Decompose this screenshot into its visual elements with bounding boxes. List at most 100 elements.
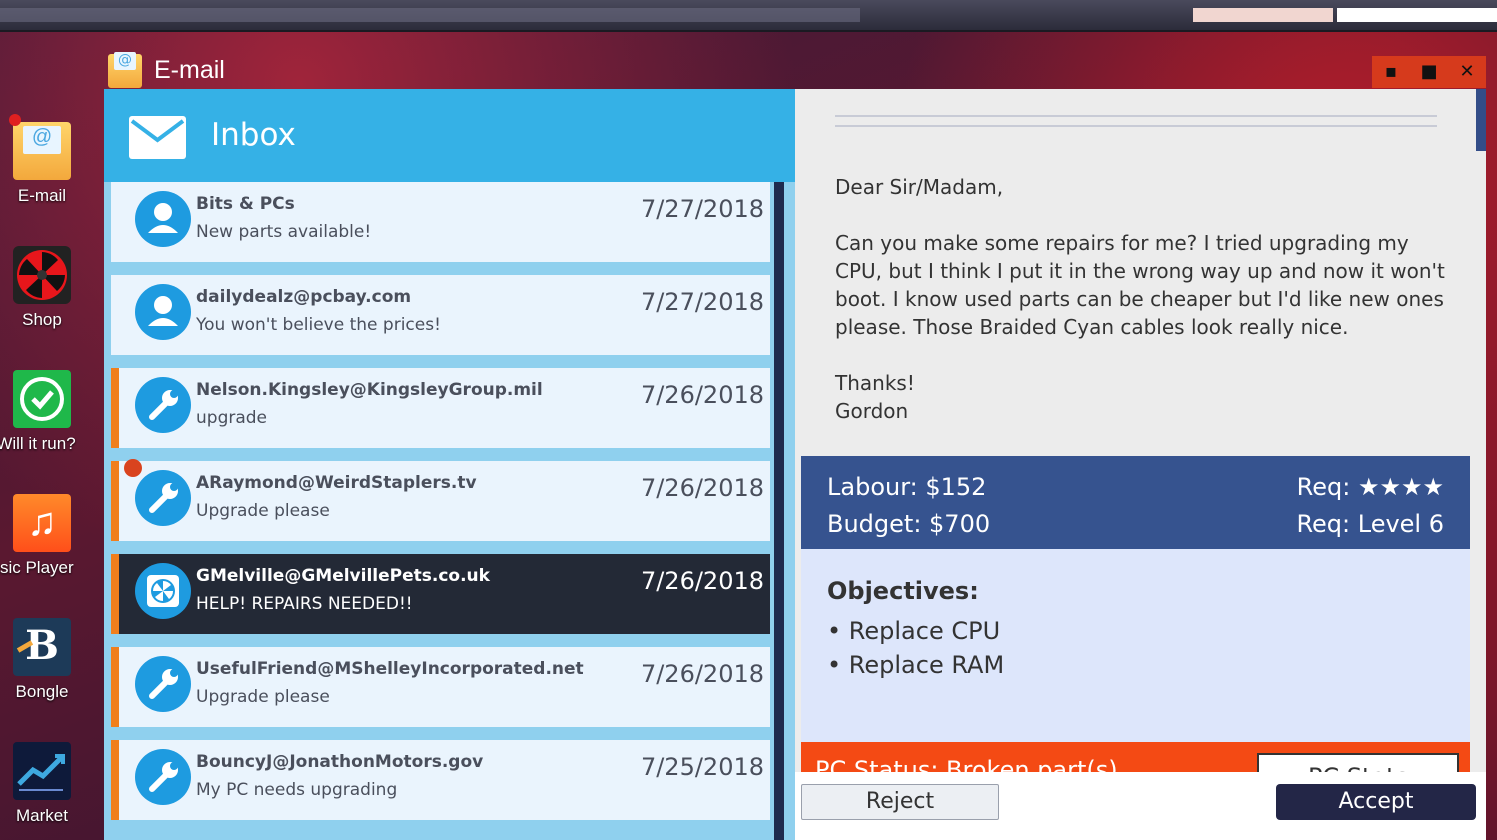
email-detail-panel: Dear Sir/Madam, Can you make some repair… [795,89,1486,840]
email-app-icon: @ [9,114,71,180]
notification-dot [9,114,21,126]
job-payment-panel: Labour: $152 Budget: $700 Req: ★★★★ Req:… [801,456,1470,549]
window-title: E-mail [154,56,225,84]
email-sender: ARaymond@WeirdStaplers.tv [196,473,477,493]
divider [835,125,1437,127]
desktop-icon-label: Music Player [0,558,74,577]
objective-item: • Replace CPU [827,617,1001,645]
pc-stats-button[interactable]: PC Stats [1257,753,1459,772]
objectives-title: Objectives: [827,577,979,605]
desktop-icon-email[interactable]: @ E-mail [0,114,84,206]
job-marker [111,740,119,820]
taskbar [0,0,1497,32]
desktop-icon-music-player[interactable]: ♫ Music Player [0,494,84,578]
wrench-icon [135,656,191,712]
objectives-panel: Objectives: • Replace CPU • Replace RAM [801,549,1470,742]
email-sender: dailydealz@pcbay.com [196,287,412,307]
required-rating: Req: ★★★★ [1296,473,1444,501]
desktop-icon-bongle[interactable]: B Bongle [0,618,84,702]
email-date: 7/27/2018 [640,288,764,316]
person-icon [135,191,191,247]
market-chart-icon [13,742,71,800]
inbox-header: Inbox [104,89,795,182]
email-list-item[interactable]: BouncyJ@JonathonMotors.gov My PC needs u… [111,740,770,820]
email-subject: Upgrade please [196,501,330,521]
email-list-item[interactable]: Bits & PCs New parts available! 7/27/201… [111,182,770,262]
desktop-icon-will-it-run[interactable]: Will it run? [0,370,84,454]
music-note-icon: ♫ [13,494,71,552]
email-date: 7/26/2018 [640,474,764,502]
email-date: 7/26/2018 [640,567,764,595]
email-date: 7/26/2018 [640,381,764,409]
objective-item: • Replace RAM [827,651,1005,679]
message-text: Can you make some repairs for me? I trie… [835,231,1445,339]
person-icon [135,284,191,340]
desktop-icon-label: E-mail [17,186,67,205]
message-body: Dear Sir/Madam, Can you make some repair… [835,173,1445,425]
message-greeting: Dear Sir/Madam, [835,175,1004,199]
job-marker [111,647,119,727]
desktop-icon-label: Bongle [15,682,69,701]
email-subject: HELP! REPAIRS NEEDED!! [196,594,413,614]
message-signoff: Thanks! [835,371,915,395]
maximize-button[interactable]: ■ [1410,56,1448,88]
budget-value: Budget: $700 [827,510,991,538]
email-list-item-selected[interactable]: GMelville@GMelvillePets.co.uk HELP! REPA… [111,554,770,634]
wrench-icon [135,377,191,433]
email-date: 7/25/2018 [640,753,764,781]
inbox-scrollbar[interactable] [774,182,784,840]
bongle-icon: B [13,618,71,676]
desktop-icon-label: Market [16,806,68,825]
wrench-icon [135,470,191,526]
pc-status-text: PC Status: Broken part(s) [815,756,1118,772]
inbox-title: Inbox [211,117,296,153]
divider [835,115,1437,117]
required-level: Req: Level 6 [1296,510,1444,538]
email-list-item[interactable]: dailydealz@pcbay.com You won't believe t… [111,275,770,355]
email-list[interactable]: Bits & PCs New parts available! 7/27/201… [104,182,795,840]
email-date: 7/26/2018 [640,660,764,688]
email-list-item[interactable]: Nelson.Kingsley@KingsleyGroup.mil upgrad… [111,368,770,448]
labour-value: Labour: $152 [827,473,987,501]
job-marker [111,368,119,448]
pc-status-bar: PC Status: Broken part(s) PC Stats [801,742,1470,772]
inbox-panel: Inbox Bits & PCs New parts available! 7/… [104,89,795,840]
message-signature: Gordon [835,399,909,423]
email-sender: GMelville@GMelvillePets.co.uk [196,566,490,586]
detail-scrollbar[interactable] [1476,89,1486,151]
action-footer: Reject Accept [795,772,1486,840]
taskbar-tab[interactable] [1337,8,1497,22]
wrench-icon [135,749,191,805]
close-button[interactable]: ✕ [1448,56,1486,88]
email-subject: My PC needs upgrading [196,780,398,800]
email-date: 7/27/2018 [640,195,764,223]
desktop-icon-label: Will it run? [0,434,76,453]
check-icon [13,370,71,428]
email-subject: New parts available! [196,222,372,242]
reject-button[interactable]: Reject [801,784,999,820]
desktop-icon-label: Shop [22,310,62,329]
email-list-item[interactable]: ARaymond@WeirdStaplers.tv Upgrade please… [111,459,770,541]
email-subject: You won't believe the prices! [196,315,441,335]
email-window: E-mail ▪ ■ ✕ Inbox Bits & PCs New parts … [104,52,1486,840]
minimize-button[interactable]: ▪ [1372,56,1410,88]
email-sender: Bits & PCs [196,194,295,214]
job-marker [111,554,119,634]
email-sender: Nelson.Kingsley@KingsleyGroup.mil [196,380,543,400]
desktop-icon-shop[interactable]: Shop [0,246,84,330]
taskbar-tab[interactable] [1193,8,1333,22]
email-list-item[interactable]: UsefulFriend@MShelleyIncorporated.net Up… [111,647,770,727]
email-sender: UsefulFriend@MShelleyIncorporated.net [196,659,584,679]
fan-icon [135,563,191,619]
accept-button[interactable]: Accept [1276,784,1476,820]
taskbar-strip [0,8,860,22]
email-sender: BouncyJ@JonathonMotors.gov [196,752,484,772]
email-app-icon [108,52,142,88]
job-marker [111,461,119,541]
email-subject: Upgrade please [196,687,330,707]
desktop-icon-market[interactable]: Market [0,742,84,826]
fan-shop-icon [13,246,71,304]
window-titlebar[interactable]: E-mail ▪ ■ ✕ [104,52,1486,90]
envelope-icon [129,116,186,159]
email-subject: upgrade [196,408,268,428]
